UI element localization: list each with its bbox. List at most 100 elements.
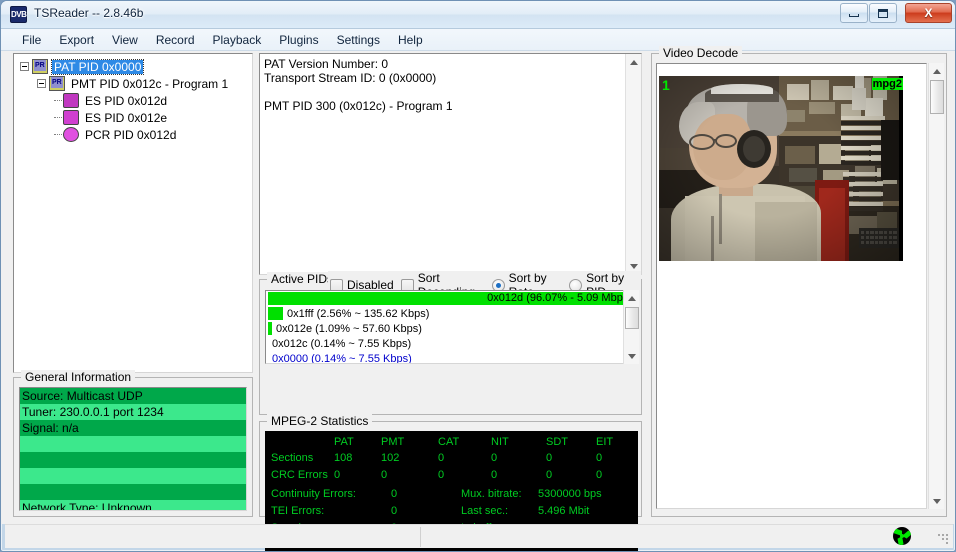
scroll-thumb[interactable]	[625, 307, 639, 329]
scroll-up-icon[interactable]	[624, 290, 640, 306]
tree-node-3[interactable]: ES PID 0x012e	[54, 109, 169, 126]
tree-node-label: PMT PID 0x012c - Program 1	[71, 76, 229, 91]
general-info-row[interactable]	[20, 436, 246, 452]
stats-column-header: PMT	[381, 436, 405, 448]
pid-row-label: 0x0000 (0.14% ~ 7.55 Kbps)	[272, 352, 412, 364]
tree-line	[54, 117, 62, 118]
close-button[interactable]: X	[905, 3, 952, 23]
pcr-clock-icon	[63, 127, 79, 142]
tree-node-label: ES PID 0x012d	[85, 93, 168, 108]
stats-row-label: CRC Errors	[271, 469, 328, 481]
status-divider	[420, 527, 421, 547]
pid-rate-bar	[268, 322, 272, 335]
menu-item-settings[interactable]: Settings	[328, 30, 389, 50]
resize-grip[interactable]	[936, 532, 950, 546]
pid-row[interactable]: 0x012e (1.09% ~ 57.60 Kbps)	[266, 321, 636, 336]
video-decode-group: Video Decode 1 mpg2	[651, 46, 947, 517]
pid-row[interactable]: 0x1fff (2.56% ~ 135.62 Kbps)	[266, 306, 636, 321]
general-information-list[interactable]: Source: Multicast UDP Tuner: 230.0.0.1 po…	[19, 387, 247, 511]
stats-right-label: Mux. bitrate:	[461, 488, 522, 500]
menu-item-file[interactable]: File	[13, 30, 50, 50]
menu-bar: File Export View Record Playback Plugins Setti…	[1, 29, 955, 51]
video-decode-pane[interactable]: 1 mpg2	[656, 63, 927, 509]
grip-dot	[942, 534, 944, 536]
tree-node-0[interactable]: PAT PID 0x0000	[20, 58, 145, 75]
menu-item-record[interactable]: Record	[147, 30, 204, 50]
stats-cell: 102	[381, 452, 400, 464]
general-info-row[interactable]	[20, 452, 246, 468]
stats-cell: 0	[596, 452, 603, 464]
grip-dot	[938, 534, 940, 536]
general-information-group: General Information Source: Multicast UD…	[13, 370, 253, 517]
pid-row-label: 0x012c (0.14% ~ 7.55 Kbps)	[272, 337, 412, 350]
stats-left-label: Continuity Errors:	[271, 488, 356, 500]
restore-icon	[878, 8, 888, 18]
detail-pane[interactable]: PAT Version Number: 0 Transport Stream I…	[259, 53, 642, 275]
pid-rate-bar	[268, 307, 283, 320]
general-info-row[interactable]	[20, 484, 246, 500]
es-audio-icon	[63, 110, 79, 125]
pid-row[interactable]: 0x012c (0.14% ~ 7.55 Kbps)	[266, 336, 636, 351]
video-image	[659, 76, 899, 261]
video-overlay-number: 1	[662, 77, 670, 93]
menu-item-view[interactable]: View	[103, 30, 147, 50]
tree-node-label: ES PID 0x012e	[85, 110, 168, 125]
stats-cell: 0	[546, 469, 553, 481]
tree-node-2[interactable]: ES PID 0x012d	[54, 92, 169, 109]
general-info-row[interactable]: Signal: n/a	[20, 420, 246, 436]
scroll-down-icon[interactable]	[929, 493, 945, 509]
pat-icon	[32, 59, 48, 74]
tree-collapse-icon[interactable]	[37, 79, 46, 88]
minimize-button[interactable]	[840, 3, 868, 23]
general-info-row[interactable]	[20, 468, 246, 484]
scroll-up-icon[interactable]	[929, 63, 945, 79]
general-information-label: General Information	[21, 370, 136, 384]
radiation-icon[interactable]	[893, 527, 911, 545]
stats-cell: 108	[334, 452, 353, 464]
restore-button[interactable]	[869, 3, 897, 23]
app-icon: DVB	[10, 6, 27, 23]
grip-dot	[946, 542, 948, 544]
active-pids-scrollbar[interactable]	[623, 290, 639, 364]
active-pids-label: Active PIDs	[267, 272, 338, 286]
pid-row-label: 0x1fff (2.56% ~ 135.62 Kbps)	[287, 307, 430, 320]
tree-node-label: PCR PID 0x012d	[85, 127, 177, 142]
stats-left-value: 0	[391, 488, 398, 500]
menu-item-export[interactable]: Export	[50, 30, 103, 50]
stats-column-header: SDT	[546, 436, 568, 448]
tree-node-label: PAT PID 0x0000	[50, 58, 145, 75]
menu-item-help[interactable]: Help	[389, 30, 432, 50]
scroll-thumb[interactable]	[930, 80, 944, 114]
grip-dot	[942, 538, 944, 540]
detail-text: PAT Version Number: 0 Transport Stream I…	[264, 57, 453, 113]
pid-tree-view[interactable]: PAT PID 0x0000PMT PID 0x012c - Program 1…	[13, 53, 253, 373]
tree-collapse-icon[interactable]	[20, 62, 29, 71]
video-decode-scrollbar[interactable]	[928, 63, 944, 509]
scroll-down-icon[interactable]	[624, 348, 640, 364]
tree-node-1[interactable]: PMT PID 0x012c - Program 1	[37, 75, 230, 92]
status-bar	[5, 524, 953, 548]
video-frame[interactable]: 1 mpg2	[659, 76, 903, 261]
stats-column-header: EIT	[596, 436, 614, 448]
pid-row[interactable]: 0x0000 (0.14% ~ 7.55 Kbps)	[266, 351, 636, 364]
general-info-row[interactable]: Tuner: 230.0.0.1 port 1234	[20, 404, 246, 420]
general-info-row[interactable]: Source: Multicast UDP	[20, 388, 246, 404]
active-pids-list[interactable]: 0x012d (96.07% - 5.09 Mbps) 0x1fff (2.56%…	[265, 290, 637, 364]
video-decode-label: Video Decode	[659, 46, 743, 60]
menu-item-plugins[interactable]: Plugins	[270, 30, 327, 50]
stats-cell: 0	[438, 452, 445, 464]
general-info-row[interactable]: Network Type: Unknown	[20, 500, 246, 510]
scroll-up-icon[interactable]	[626, 54, 642, 70]
detail-scrollbar[interactable]	[625, 54, 641, 274]
stats-cell: 0	[438, 469, 445, 481]
mpeg2-statistics-label: MPEG-2 Statistics	[267, 414, 373, 428]
stats-cell: 0	[381, 469, 388, 481]
title-bar: DVB TSReader -- 2.8.46b X	[1, 1, 955, 29]
pid-row[interactable]: 0x012d (96.07% - 5.09 Mbps)	[266, 291, 636, 306]
trefoil-center	[900, 534, 904, 538]
grip-dot	[946, 538, 948, 540]
window-title: TSReader -- 2.8.46b	[34, 6, 144, 20]
tree-node-4[interactable]: PCR PID 0x012d	[54, 126, 178, 143]
menu-item-playback[interactable]: Playback	[204, 30, 271, 50]
stats-right-value: 5300000 bps	[538, 488, 602, 500]
